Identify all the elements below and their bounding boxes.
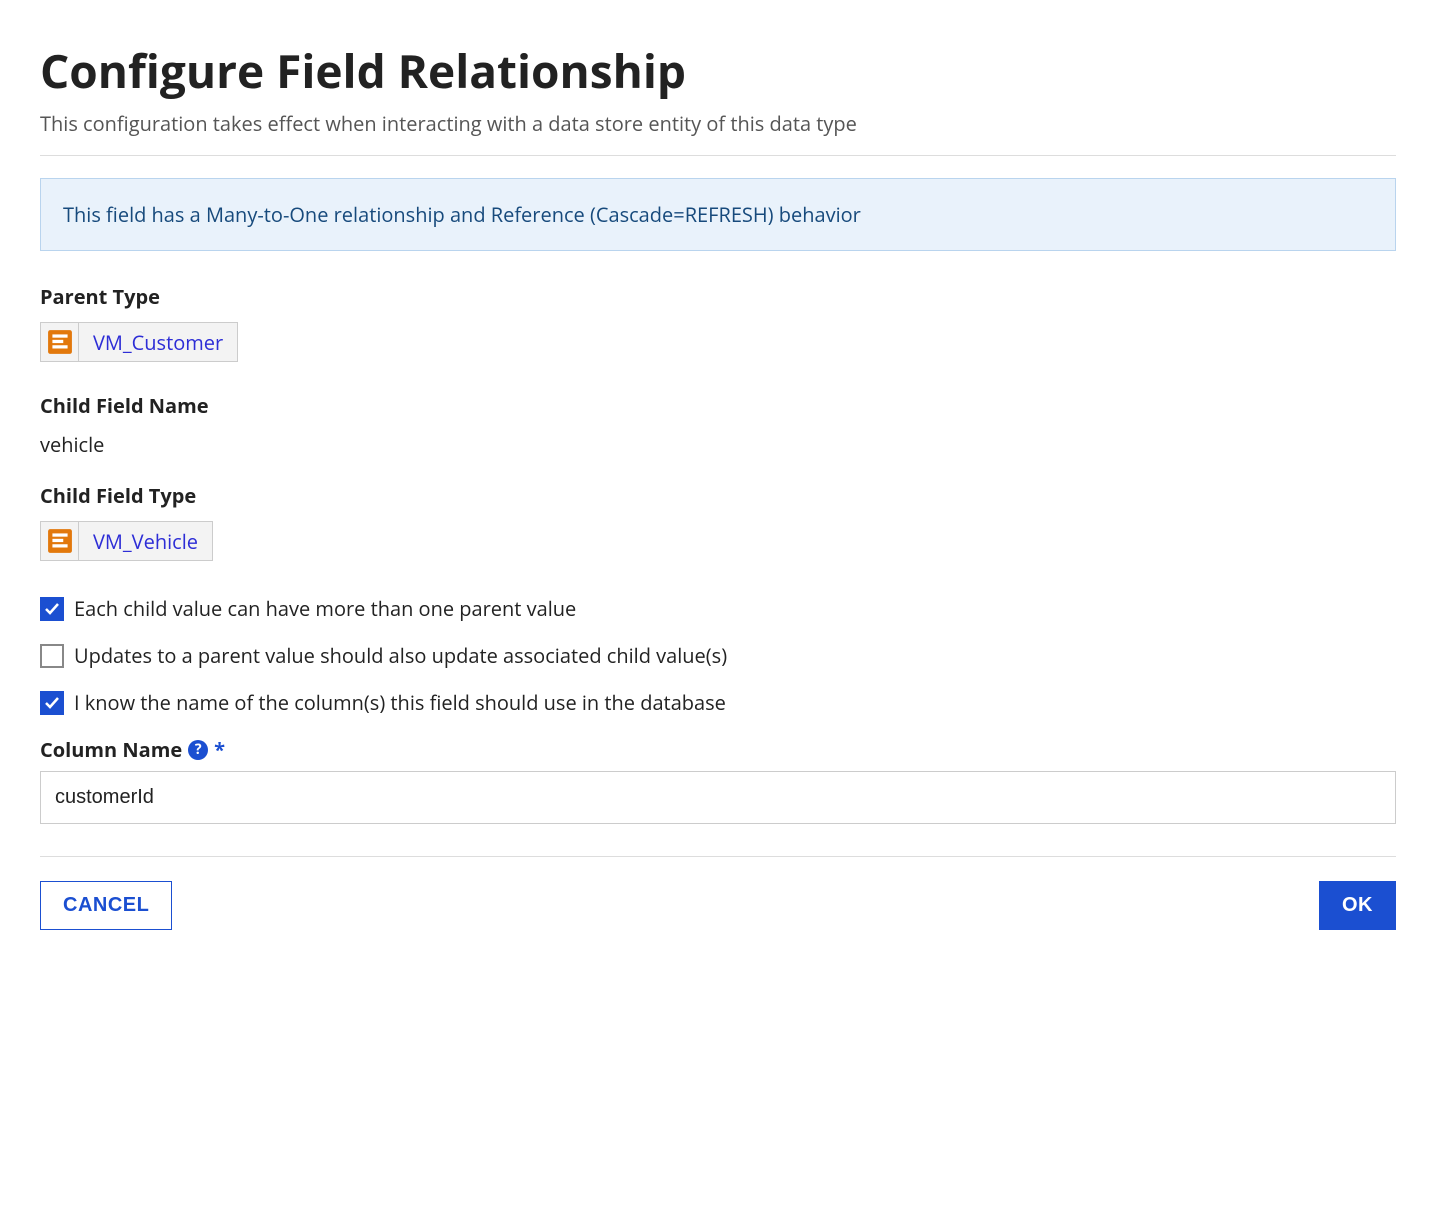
column-name-input[interactable] <box>40 771 1396 824</box>
ok-button[interactable]: OK <box>1319 881 1396 930</box>
checkbox-row-know-column: I know the name of the column(s) this fi… <box>40 689 1396 716</box>
child-field-type-chip[interactable]: VM_Vehicle <box>40 521 213 561</box>
checkbox-multi-parent-label: Each child value can have more than one … <box>74 595 576 622</box>
child-field-type-label: Child Field Type <box>40 482 1396 509</box>
footer-bar: CANCEL OK <box>40 856 1396 930</box>
check-icon <box>44 695 60 711</box>
child-field-type-value: VM_Vehicle <box>79 522 212 560</box>
header-divider <box>40 155 1396 156</box>
help-icon[interactable]: ? <box>188 740 208 760</box>
column-name-label-row: Column Name ? * <box>40 736 1396 763</box>
parent-type-value: VM_Customer <box>79 323 237 361</box>
checkbox-know-column[interactable] <box>40 691 64 715</box>
checkbox-cascade-update-label: Updates to a parent value should also up… <box>74 642 727 669</box>
info-banner: This field has a Many-to-One relationshi… <box>40 178 1396 251</box>
parent-type-chip[interactable]: VM_Customer <box>40 322 238 362</box>
required-indicator: * <box>214 736 225 763</box>
checkbox-multi-parent[interactable] <box>40 597 64 621</box>
child-field-name-label: Child Field Name <box>40 392 1396 419</box>
cancel-button[interactable]: CANCEL <box>40 881 172 930</box>
data-type-icon <box>41 522 79 560</box>
page-subtitle: This configuration takes effect when int… <box>40 110 1396 137</box>
check-icon <box>44 601 60 617</box>
parent-type-label: Parent Type <box>40 283 1396 310</box>
data-type-icon <box>41 323 79 361</box>
checkbox-row-cascade-update: Updates to a parent value should also up… <box>40 642 1396 669</box>
child-field-name-value: vehicle <box>40 431 1396 458</box>
checkbox-know-column-label: I know the name of the column(s) this fi… <box>74 689 726 716</box>
column-name-label: Column Name <box>40 736 182 763</box>
checkbox-row-multi-parent: Each child value can have more than one … <box>40 595 1396 622</box>
page-title: Configure Field Relationship <box>40 40 1396 102</box>
checkbox-cascade-update[interactable] <box>40 644 64 668</box>
